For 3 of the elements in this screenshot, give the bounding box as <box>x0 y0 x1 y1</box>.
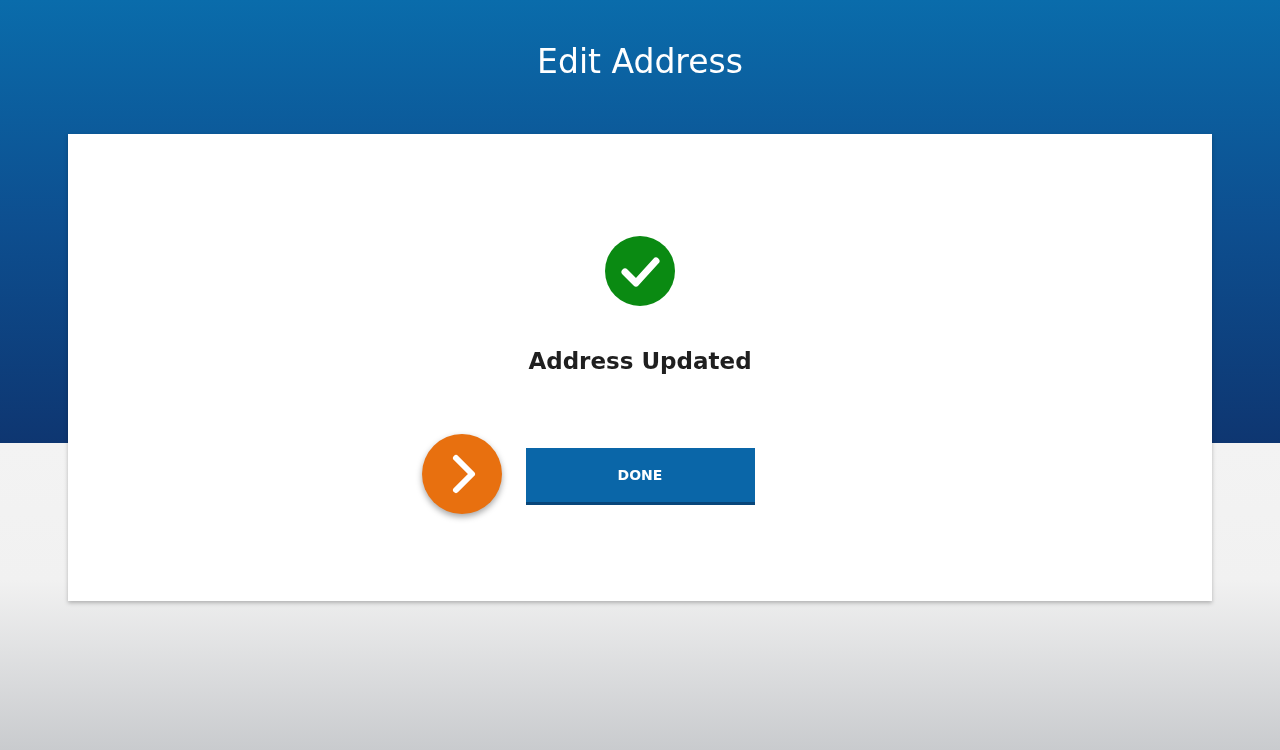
status-message: Address Updated <box>528 347 752 376</box>
done-button[interactable]: DONE <box>525 447 755 505</box>
page-title: Edit Address <box>537 41 743 83</box>
